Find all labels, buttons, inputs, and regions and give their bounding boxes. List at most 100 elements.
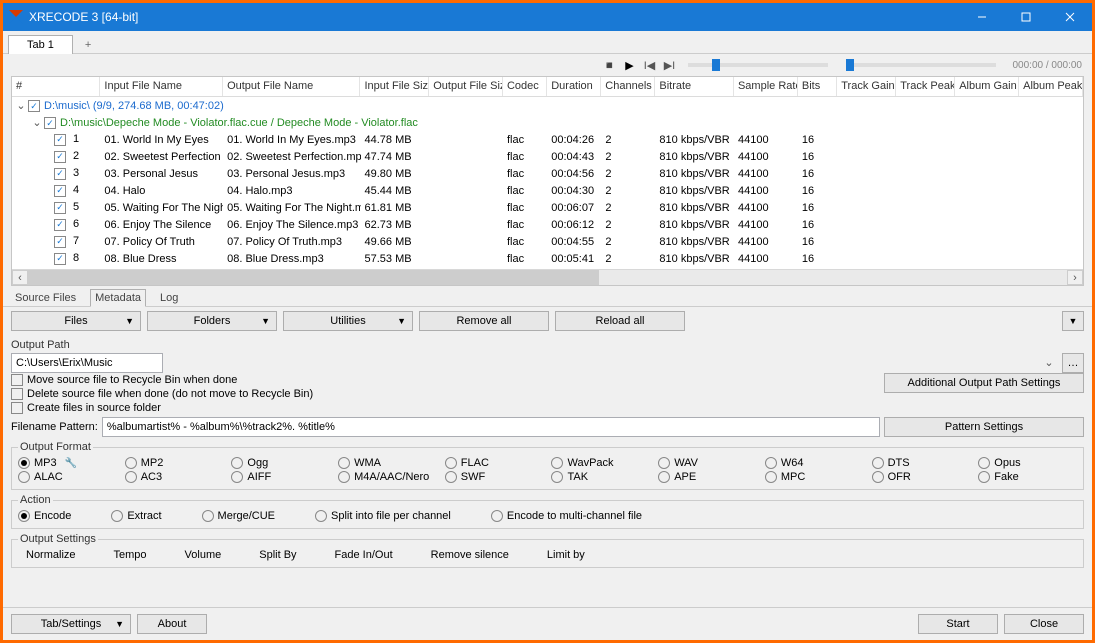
column-header[interactable]: Bits [798, 77, 837, 96]
radio-icon[interactable] [111, 510, 123, 522]
output-path-input[interactable] [11, 353, 163, 373]
table-row[interactable]: ✓ 505. Waiting For The Night05. Waiting … [12, 199, 1083, 216]
track-checkbox[interactable]: ✓ [54, 253, 66, 265]
format-wavpack[interactable]: WavPack [551, 457, 650, 469]
cue-checkbox[interactable]: ✓ [44, 117, 56, 129]
setting-split-by[interactable]: Split By [251, 549, 296, 561]
filename-pattern-input[interactable] [102, 417, 880, 437]
radio-icon[interactable] [872, 471, 884, 483]
format-aiff[interactable]: AIFF [231, 471, 330, 483]
format-mpc[interactable]: MPC [765, 471, 864, 483]
format-m4aaacnero[interactable]: M4A/AAC/Nero [338, 471, 437, 483]
radio-icon[interactable] [231, 471, 243, 483]
close-button[interactable]: Close [1004, 614, 1084, 634]
format-flac[interactable]: FLAC [445, 457, 544, 469]
action-extract[interactable]: Extract [111, 510, 161, 522]
setting-remove-silence[interactable]: Remove silence [423, 549, 509, 561]
radio-icon[interactable] [202, 510, 214, 522]
extra-menu[interactable]: ▼ [1062, 311, 1084, 331]
format-alac[interactable]: ALAC [18, 471, 117, 483]
column-header[interactable]: Input File Size [360, 77, 429, 96]
radio-icon[interactable] [978, 457, 990, 469]
table-row[interactable]: ✓ 303. Personal Jesus03. Personal Jesus.… [12, 165, 1083, 182]
column-header[interactable]: Output File Name [223, 77, 360, 96]
additional-output-button[interactable]: Additional Output Path Settings [884, 373, 1084, 393]
collapse-icon[interactable]: ⌄ [32, 116, 42, 129]
subtab-log[interactable]: Log [156, 290, 182, 306]
radio-icon[interactable] [338, 457, 350, 469]
radio-icon[interactable] [658, 457, 670, 469]
column-header[interactable]: # [12, 77, 100, 96]
track-checkbox[interactable]: ✓ [54, 151, 66, 163]
format-ape[interactable]: APE [658, 471, 757, 483]
browse-path-button[interactable]: … [1062, 353, 1084, 373]
table-row[interactable]: ✓ 202. Sweetest Perfection02. Sweetest P… [12, 148, 1083, 165]
setting-volume[interactable]: Volume [177, 549, 222, 561]
track-checkbox[interactable]: ✓ [54, 185, 66, 197]
position-slider[interactable] [846, 63, 996, 67]
column-header[interactable]: Bitrate [655, 77, 734, 96]
close-window-button[interactable] [1048, 3, 1092, 31]
radio-icon[interactable] [978, 471, 990, 483]
pattern-settings-button[interactable]: Pattern Settings [884, 417, 1084, 437]
column-header[interactable]: Duration [547, 77, 601, 96]
column-header[interactable]: Track Peak [896, 77, 955, 96]
track-checkbox[interactable]: ✓ [54, 202, 66, 214]
format-mp2[interactable]: MP2 [125, 457, 224, 469]
format-swf[interactable]: SWF [445, 471, 544, 483]
wrench-icon[interactable]: 🔧 [65, 458, 77, 469]
radio-icon[interactable] [18, 457, 30, 469]
setting-fade-in-out[interactable]: Fade In/Out [327, 549, 393, 561]
radio-icon[interactable] [338, 471, 350, 483]
radio-icon[interactable] [491, 510, 503, 522]
setting-limit-by[interactable]: Limit by [539, 549, 585, 561]
column-header[interactable]: Album Gain [955, 77, 1019, 96]
folder-checkbox[interactable]: ✓ [28, 100, 40, 112]
radio-icon[interactable] [445, 471, 457, 483]
subtab-metadata[interactable]: Metadata [90, 289, 146, 307]
table-row[interactable]: ✓ 606. Enjoy The Silence06. Enjoy The Si… [12, 216, 1083, 233]
maximize-button[interactable] [1004, 3, 1048, 31]
next-track-icon[interactable]: ▶I [662, 58, 676, 72]
column-header[interactable]: Input File Name [100, 77, 223, 96]
play-icon[interactable]: ▶ [622, 58, 636, 72]
format-wav[interactable]: WAV [658, 457, 757, 469]
create-in-source-checkbox[interactable] [11, 402, 23, 414]
files-menu[interactable]: Files▼ [11, 311, 141, 331]
subtab-source-files[interactable]: Source Files [11, 290, 80, 306]
table-row[interactable]: ✓ 404. Halo04. Halo.mp345.44 MBflac00:04… [12, 182, 1083, 199]
scroll-left-icon[interactable]: ‹ [12, 270, 28, 285]
column-header[interactable]: Output File Size [429, 77, 503, 96]
stop-icon[interactable]: ◾ [602, 58, 616, 72]
table-row[interactable]: ✓ 808. Blue Dress08. Blue Dress.mp357.53… [12, 250, 1083, 267]
action-encode[interactable]: Encode [18, 510, 71, 522]
reload-all-button[interactable]: Reload all [555, 311, 685, 331]
scroll-right-icon[interactable]: › [1067, 270, 1083, 285]
format-wma[interactable]: WMA [338, 457, 437, 469]
column-header[interactable]: Channels [601, 77, 655, 96]
track-checkbox[interactable]: ✓ [54, 168, 66, 180]
radio-icon[interactable] [872, 457, 884, 469]
column-header[interactable]: Codec [503, 77, 547, 96]
radio-icon[interactable] [315, 510, 327, 522]
radio-icon[interactable] [125, 457, 137, 469]
format-ofr[interactable]: OFR [872, 471, 971, 483]
radio-icon[interactable] [18, 510, 30, 522]
tab-main[interactable]: Tab 1 [8, 35, 73, 54]
track-checkbox[interactable]: ✓ [54, 236, 66, 248]
start-button[interactable]: Start [918, 614, 998, 634]
path-dropdown-icon[interactable]: ⌄ [1042, 355, 1056, 369]
about-button[interactable]: About [137, 614, 207, 634]
setting-tempo[interactable]: Tempo [106, 549, 147, 561]
prev-track-icon[interactable]: I◀ [642, 58, 656, 72]
track-checkbox[interactable]: ✓ [54, 219, 66, 231]
radio-icon[interactable] [765, 471, 777, 483]
radio-icon[interactable] [765, 457, 777, 469]
folder-row[interactable]: D:\music\ (9/9, 274.68 MB, 00:47:02) [44, 100, 224, 112]
format-mp3[interactable]: MP3🔧 [18, 457, 117, 469]
minimize-button[interactable] [960, 3, 1004, 31]
utilities-menu[interactable]: Utilities▼ [283, 311, 413, 331]
format-ogg[interactable]: Ogg [231, 457, 330, 469]
format-w64[interactable]: W64 [765, 457, 864, 469]
radio-icon[interactable] [445, 457, 457, 469]
